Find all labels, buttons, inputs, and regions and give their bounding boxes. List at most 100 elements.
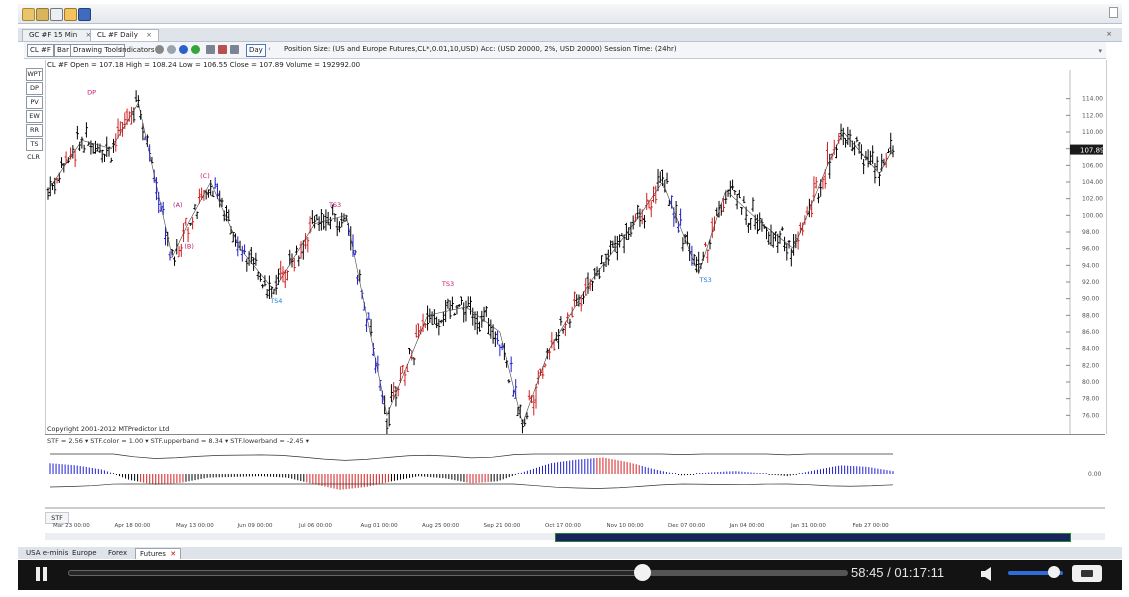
y-axis-label: 90.00 [1082,296,1099,303]
price-bar [830,153,834,161]
tab-forex[interactable]: Forex [104,548,131,558]
price-bar [742,196,746,204]
price-bar [450,296,454,310]
price-bar [688,243,692,262]
x-axis-label: Jun 09 00:00 [237,523,273,529]
price-bar [132,107,136,123]
price-bar [496,330,500,345]
price-bar [123,112,127,130]
annotation-label: TS3 [441,280,454,288]
fullscreen-icon[interactable] [1072,565,1102,582]
close-icon[interactable]: ✕ [170,550,176,558]
price-bar [258,273,262,282]
price-bar [866,149,870,168]
price-bar [733,190,737,196]
progress-handle[interactable] [634,564,651,581]
price-bar [389,384,393,403]
price-bar [853,141,857,156]
price-bar [136,95,140,108]
x-axis-label: Jan 04 00:00 [729,523,765,529]
annotation-label: (C) [200,172,210,180]
price-bar [240,245,244,262]
y-axis-label: 98.00 [1082,229,1099,236]
price-bar [676,221,680,233]
price-bar [532,395,536,416]
price-bar [708,238,712,250]
price-bar [166,231,170,247]
price-bar [392,382,396,400]
x-axis-label: Sep 21 00:00 [483,523,521,529]
price-bar [385,418,389,435]
price-bar [161,201,165,216]
price-bar [394,386,398,407]
price-bar [764,227,768,240]
total-time: 01:17:11 [894,565,945,580]
x-axis-label: Mar 23 00:00 [53,523,90,529]
price-bar [875,156,879,171]
y-axis-label: 76.00 [1082,412,1099,419]
price-bar [572,291,576,307]
price-bar [652,186,656,203]
price-bar [561,328,565,334]
price-bar [478,321,482,332]
x-axis-label: Aug 01 00:00 [360,523,398,529]
price-bar [367,312,371,320]
price-bar [453,312,457,316]
price-bar [141,123,145,141]
price-bar [792,233,796,256]
price-bar [489,319,493,339]
scroll-thumb[interactable] [555,533,1071,542]
stf-upperband [50,453,893,461]
price-bar [642,215,646,229]
y-axis-label: 80.00 [1082,379,1099,386]
volume-handle[interactable] [1048,566,1060,578]
x-axis-label: Aug 25 00:00 [422,523,460,529]
panel-divider [45,434,1105,435]
tab-futures[interactable]: Futures ✕ [135,548,182,559]
price-chart[interactable]: 76.00 78.00 80.00 82.00 84.00 86.00 88.00 90.00… [0,0,1129,597]
price-bar [783,236,787,252]
tab-usa-eminis[interactable]: USA e-minis [22,548,72,558]
x-axis-label: May 13 00:00 [176,523,214,529]
price-bar [419,326,423,335]
pause-icon-bar [43,567,47,581]
price-bar [487,317,491,335]
y-axis-label: 88.00 [1082,312,1099,319]
price-bar [446,298,450,309]
price-bar [455,305,459,315]
price-bar [559,316,563,326]
application-window: GC #F 15 Min × CL #F Daily × × CL #F Bar… [0,0,1129,597]
price-bar [175,238,179,255]
y-axis-label: 106.00 [1082,162,1103,169]
price-bar [498,344,502,357]
price-bar [737,189,741,199]
price-bar [78,141,82,151]
price-bar [48,176,52,197]
price-bar [667,199,671,207]
tab-europe[interactable]: Europe [68,548,101,558]
last-price-label: 107.89 [1080,147,1105,155]
pause-icon[interactable] [36,567,40,581]
y-axis-label: 104.00 [1082,179,1103,186]
price-bar [109,157,113,163]
price-bar [873,163,877,184]
y-axis-label: 78.00 [1082,396,1099,403]
price-bar [134,90,138,103]
price-bar [337,221,341,233]
time-separator: / [887,565,891,580]
price-bar [301,240,305,260]
price-bar [102,153,106,162]
price-bar [466,296,470,308]
price-bar [862,158,866,175]
stf-axis-label: 0.00 [1088,471,1102,478]
price-bar [703,242,707,247]
price-bar [656,168,660,192]
y-axis-label: 94.00 [1082,262,1099,269]
y-axis-label: 92.00 [1082,279,1099,286]
price-bar [654,185,658,204]
y-axis-label: 102.00 [1082,196,1103,203]
price-bar [823,169,827,189]
price-bar [774,231,778,242]
volume-icon[interactable] [980,566,996,582]
price-bar [620,233,624,237]
